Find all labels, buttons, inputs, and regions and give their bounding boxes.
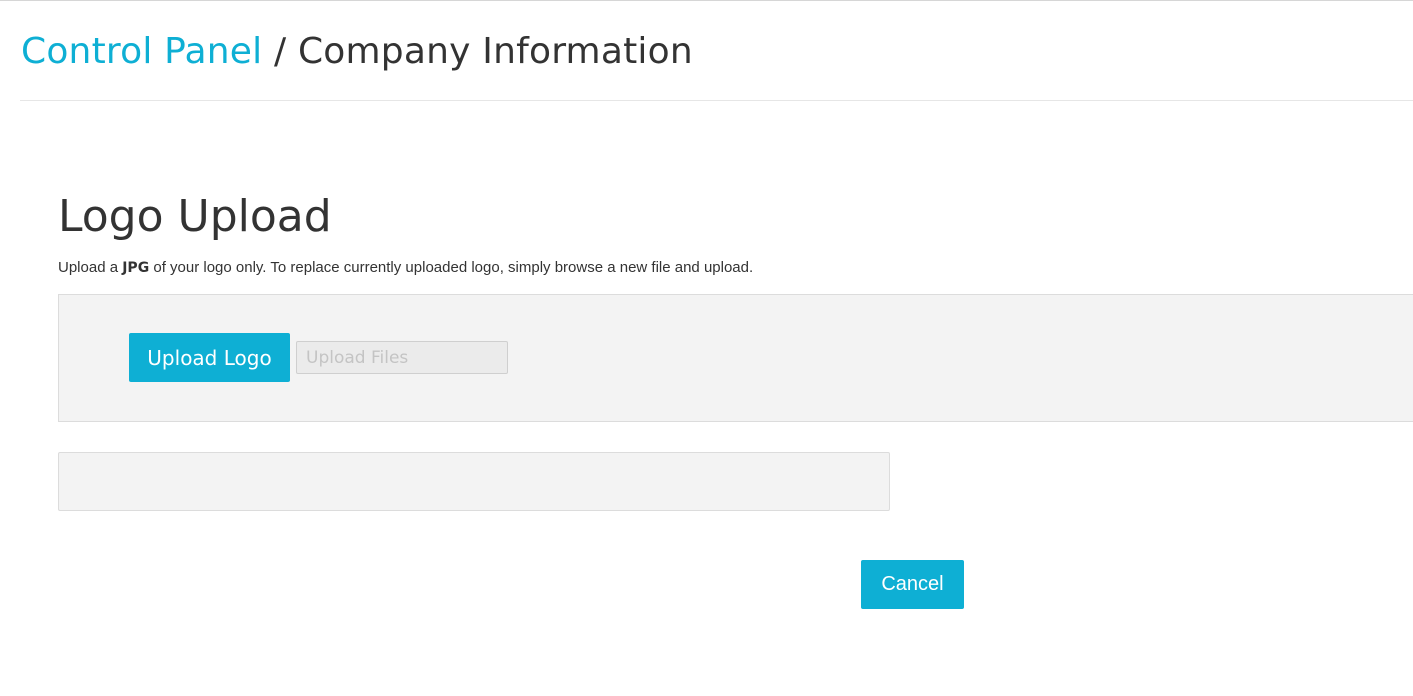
upload-status-box [58, 452, 890, 511]
upload-panel: Upload Logo [58, 294, 1413, 422]
cancel-button[interactable]: Cancel [861, 560, 964, 609]
upload-instructions: Upload a JPG of your logo only. To repla… [58, 258, 753, 278]
instructions-suffix: of your logo only. To replace currently … [149, 259, 754, 276]
breadcrumb-control-panel-link[interactable]: Control Panel [21, 31, 262, 72]
upload-files-field[interactable] [296, 341, 508, 374]
breadcrumb-separator: / [273, 31, 287, 72]
upload-logo-button[interactable]: Upload Logo [129, 333, 290, 382]
instructions-format: JPG [122, 260, 150, 276]
top-border [0, 0, 1413, 1]
breadcrumb: Control Panel / Company Information [21, 30, 693, 74]
page-title: Company Information [297, 31, 693, 72]
header-divider [20, 100, 1413, 101]
instructions-prefix: Upload a [58, 259, 123, 276]
section-title: Logo Upload [58, 191, 332, 242]
